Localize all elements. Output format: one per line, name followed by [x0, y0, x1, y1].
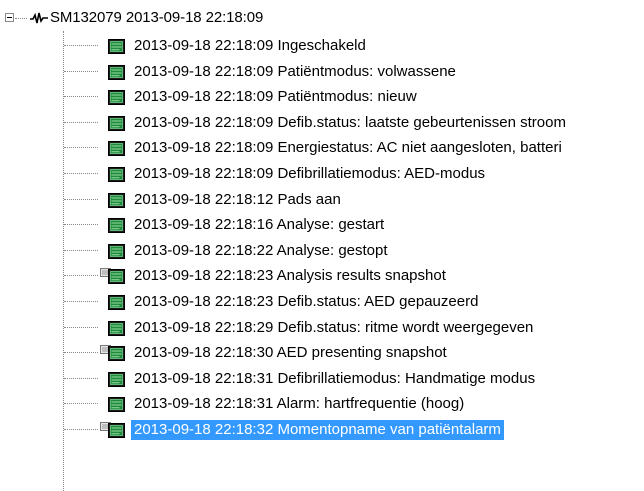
monitor-icon [108, 397, 125, 413]
monitor-icon [108, 243, 125, 259]
tree-item[interactable]: 2013-09-18 22:18:23 Analysis results sna… [0, 265, 644, 287]
tree-item-label: 2013-09-18 22:18:09 Ingeschakeld [134, 37, 366, 54]
tree-item-label: 2013-09-18 22:18:31 Defibrillatiemodus: … [134, 369, 536, 387]
tree-item-label: 2013-09-18 22:18:09 Defib.status: laatst… [134, 113, 566, 131]
monitor-icon [108, 115, 125, 131]
tree-connector [15, 18, 27, 19]
tree-item[interactable]: 2013-09-18 22:18:32 Momentopname van pat… [0, 419, 644, 441]
snapshot-monitor-icon [100, 345, 125, 362]
tree-item-label: 2013-09-18 22:18:09 Energiestatus: AC ni… [134, 139, 562, 157]
tree-item[interactable]: 2013-09-18 22:18:22 Analyse: gestopt [0, 240, 644, 262]
tree-item[interactable]: 2013-09-18 22:18:12 Pads aan [0, 189, 644, 211]
event-tree[interactable]: SM132079 2013-09-18 22:18:09 2013-09-18 … [0, 0, 644, 491]
tree-item[interactable]: 2013-09-18 22:18:30 AED presenting snaps… [0, 342, 644, 364]
tree-item-label: 2013-09-18 22:18:22 Analyse: gestopt [134, 241, 388, 259]
tree-item-label: 2013-09-18 22:18:12 Pads aan [134, 190, 341, 208]
tree-item[interactable]: 2013-09-18 22:18:09 Defibrillatiemodus: … [0, 163, 644, 185]
tree-item[interactable]: 2013-09-18 22:18:09 Patiëntmodus: nieuw [0, 86, 644, 108]
tree-connector [64, 96, 98, 98]
tree-connector [64, 45, 98, 46]
monitor-icon [108, 64, 125, 80]
tree-connector [64, 275, 98, 277]
tree-root-node[interactable]: SM132079 2013-09-18 22:18:09 [0, 8, 644, 30]
tree-item-label: 2013-09-18 22:18:16 Analyse: gestart [134, 216, 385, 234]
monitor-icon [108, 371, 125, 387]
tree-item-label: 2013-09-18 22:18:09 Defibrillatiemodus: … [134, 165, 486, 182]
tree-item[interactable]: 2013-09-18 22:18:16 Analyse: gestart [0, 214, 644, 236]
tree-connector [64, 249, 98, 251]
tree-connector [64, 326, 98, 328]
tree-item[interactable]: 2013-09-18 22:18:23 Defib.status: AED ge… [0, 291, 644, 313]
tree-item-label: 2013-09-18 22:18:30 AED presenting snaps… [134, 344, 447, 362]
tree-item[interactable]: 2013-09-18 22:18:31 Defibrillatiemodus: … [0, 368, 644, 390]
tree-connector [64, 352, 98, 354]
tree-item[interactable]: 2013-09-18 22:18:29 Defib.status: ritme … [0, 317, 644, 339]
monitor-icon [108, 218, 125, 234]
tree-connector [64, 403, 98, 405]
tree-connector [64, 173, 98, 174]
ecg-waveform-icon [30, 12, 48, 24]
tree-connector [64, 147, 98, 149]
tree-item[interactable]: 2013-09-18 22:18:09 Patiëntmodus: volwas… [0, 61, 644, 83]
tree-item[interactable]: 2013-09-18 22:18:09 Energiestatus: AC ni… [0, 137, 644, 159]
snapshot-monitor-icon [100, 422, 125, 438]
root-node-label: SM132079 2013-09-18 22:18:09 [50, 9, 264, 26]
tree-connector [64, 224, 98, 226]
tree-connector [64, 301, 98, 302]
tree-item[interactable]: 2013-09-18 22:18:09 Defib.status: laatst… [0, 112, 644, 134]
monitor-icon [108, 167, 125, 182]
tree-connector [64, 198, 98, 200]
tree-connector [64, 429, 98, 430]
tree-connector [64, 70, 98, 72]
monitor-icon [108, 39, 125, 54]
tree-item-label: 2013-09-18 22:18:32 Momentopname van pat… [131, 420, 504, 440]
tree-item-label: 2013-09-18 22:18:09 Patiëntmodus: volwas… [134, 62, 456, 80]
tree-item[interactable]: 2013-09-18 22:18:09 Ingeschakeld [0, 35, 644, 57]
monitor-icon [108, 192, 125, 208]
tree-item-label: 2013-09-18 22:18:31 Alarm: hartfrequenti… [134, 395, 465, 413]
tree-item-label: 2013-09-18 22:18:23 Defib.status: AED ge… [134, 293, 479, 310]
tree-connector [64, 121, 98, 123]
monitor-icon [108, 295, 125, 310]
collapse-icon[interactable] [5, 13, 14, 22]
monitor-icon [108, 141, 125, 157]
tree-connector [64, 377, 98, 379]
snapshot-monitor-icon [100, 268, 125, 285]
tree-item-label: 2013-09-18 22:18:09 Patiëntmodus: nieuw [134, 88, 417, 106]
monitor-icon [108, 90, 125, 106]
tree-item-label: 2013-09-18 22:18:23 Analysis results sna… [134, 267, 446, 285]
tree-item-label: 2013-09-18 22:18:29 Defib.status: ritme … [134, 318, 534, 336]
monitor-icon [108, 320, 125, 336]
tree-item[interactable]: 2013-09-18 22:18:31 Alarm: hartfrequenti… [0, 393, 644, 415]
